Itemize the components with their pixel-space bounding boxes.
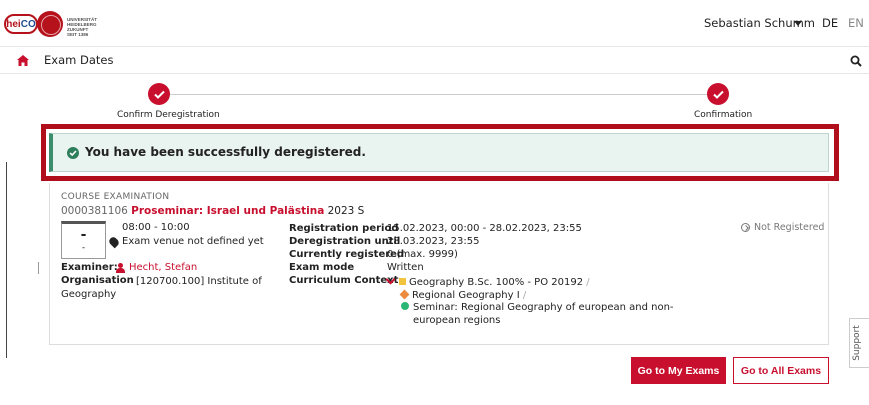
search-icon[interactable] [850, 55, 862, 67]
course-heading: 0000381106 Proseminar: Israel und Paläst… [61, 205, 364, 217]
exam-time: 08:00 - 10:00 [122, 222, 190, 233]
detail-label: Registration period [289, 223, 399, 234]
exam-mode: Written [387, 262, 424, 273]
curriculum-context: Geography B.Sc. 100% - PO 20192 / Region… [385, 274, 674, 327]
go-to-my-exams-button[interactable]: Go to My Exams [631, 357, 726, 384]
detail-label: Currently registered [289, 249, 405, 260]
curriculum-item-cont: european regions [413, 314, 501, 326]
divider [38, 262, 39, 274]
venue-text: Exam venue not defined yet [122, 236, 264, 247]
course-number: 0000381106 [61, 205, 128, 217]
check-circle-icon [67, 147, 79, 159]
organisation-value: [120700.100] Institute of Geography [61, 276, 262, 300]
detail-label: Exam mode [289, 262, 355, 273]
deregistration-until: 28.03.2023, 23:55 [387, 236, 480, 247]
map-pin-icon [107, 235, 121, 248]
support-tab[interactable]: Support [849, 318, 869, 368]
diamond-icon [399, 289, 410, 299]
university-logo-text: UNIVERSITÄT HEIDELBERG ZUKUNFT SEIT 1386 [67, 17, 98, 37]
language-en[interactable]: EN [848, 16, 864, 30]
step-label: Confirm Deregistration [117, 110, 220, 120]
stepper-line [160, 94, 728, 95]
curriculum-item[interactable]: Geography B.Sc. 100% - PO 20192 / [385, 274, 674, 290]
go-to-all-exams-button[interactable]: Go to All Exams [733, 357, 829, 384]
divider [6, 162, 7, 358]
top-bar: hei CO UNIVERSITÄT HEIDELBERG ZUKUNFT SEI… [0, 0, 869, 46]
curriculum-item[interactable]: Seminar: Regional Geography of european … [385, 302, 674, 315]
examiner-name[interactable]: Hecht, Stefan [129, 262, 197, 273]
detail-label: Deregistration until [289, 236, 401, 247]
arrow-circle-icon [741, 223, 750, 232]
chevron-down-icon[interactable] [385, 274, 396, 285]
date-day: - [80, 227, 87, 243]
date-sub: - [81, 243, 86, 253]
status-text: Not Registered [754, 222, 825, 233]
nav-bar: Exam Dates [0, 46, 869, 74]
registration-period: 15.02.2023, 00:00 - 28.02.2023, 23:55 [387, 223, 582, 234]
currently-registered: 0 (max. 9999) [387, 249, 458, 260]
course-type: COURSE EXAMINATION [61, 192, 170, 202]
page-title: Exam Dates [44, 53, 114, 67]
course-term: 2023 S [327, 205, 365, 217]
person-icon [116, 262, 125, 273]
home-icon[interactable] [17, 55, 29, 66]
support-label[interactable]: Support [852, 325, 862, 361]
step-label: Confirmation [694, 110, 753, 120]
exam-venue: Exam venue not defined yet [107, 235, 264, 248]
chevron-down-icon[interactable] [794, 21, 802, 26]
alert-message: You have been successfully deregistered. [85, 145, 366, 159]
square-icon [399, 278, 406, 285]
step-check-icon [707, 83, 729, 105]
examiner[interactable]: Hecht, Stefan [116, 262, 197, 273]
course-title-link[interactable]: Proseminar: Israel und Palästina [131, 205, 324, 217]
success-alert: You have been successfully deregistered. [49, 133, 829, 172]
university-seal-logo [37, 11, 63, 37]
step-check-icon [148, 83, 170, 105]
circle-icon [401, 302, 409, 310]
examiner-label: Examiner: [61, 262, 118, 273]
curriculum-item[interactable]: Regional Geography I / [385, 289, 674, 303]
detail-label: Curriculum Context [289, 275, 399, 286]
heico-logo[interactable]: hei CO [4, 14, 38, 34]
date-box: - - [61, 221, 106, 259]
registration-status: Not Registered [741, 222, 824, 233]
language-de[interactable]: DE [822, 16, 838, 30]
